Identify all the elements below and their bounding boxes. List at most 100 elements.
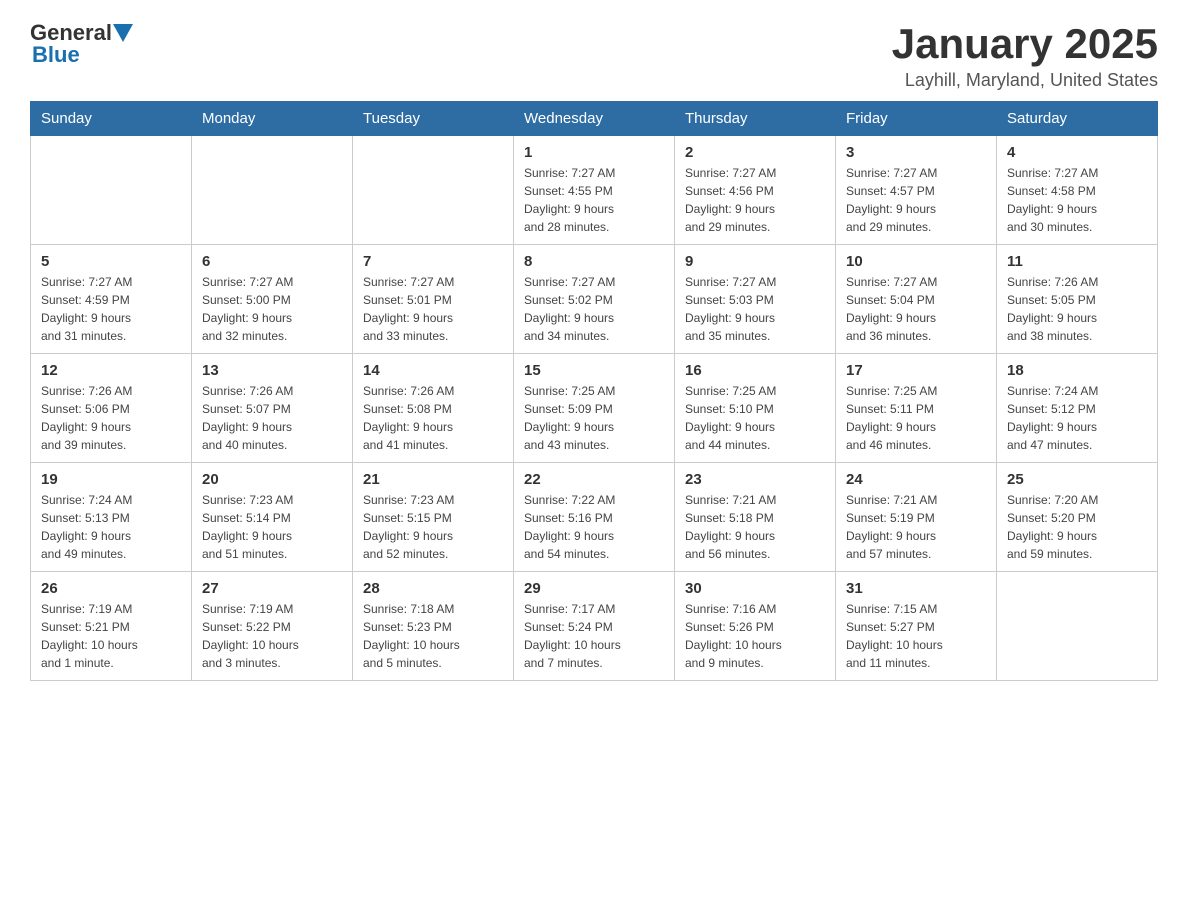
day-info: Sunrise: 7:16 AM Sunset: 5:26 PM Dayligh… (685, 600, 825, 672)
day-info: Sunrise: 7:25 AM Sunset: 5:09 PM Dayligh… (524, 382, 664, 454)
day-number: 21 (363, 471, 503, 488)
subtitle: Layhill, Maryland, United States (892, 70, 1158, 91)
day-number: 25 (1007, 471, 1147, 488)
weekday-header-thursday: Thursday (675, 102, 836, 136)
day-info: Sunrise: 7:21 AM Sunset: 5:18 PM Dayligh… (685, 491, 825, 563)
day-info: Sunrise: 7:27 AM Sunset: 5:04 PM Dayligh… (846, 273, 986, 345)
day-number: 14 (363, 362, 503, 379)
calendar-cell: 18 Sunrise: 7:24 AM Sunset: 5:12 PM Dayli… (997, 354, 1158, 463)
calendar-cell: 10 Sunrise: 7:27 AM Sunset: 5:04 PM Dayli… (836, 245, 997, 354)
day-info: Sunrise: 7:27 AM Sunset: 5:01 PM Dayligh… (363, 273, 503, 345)
day-number: 20 (202, 471, 342, 488)
calendar-cell: 2 Sunrise: 7:27 AM Sunset: 4:56 PM Daylig… (675, 136, 836, 245)
day-info: Sunrise: 7:27 AM Sunset: 5:03 PM Dayligh… (685, 273, 825, 345)
day-number: 5 (41, 253, 181, 270)
header: General Blue January 2025 Layhill, Maryl… (30, 20, 1158, 91)
day-number: 13 (202, 362, 342, 379)
page-title: January 2025 (892, 20, 1158, 68)
day-info: Sunrise: 7:19 AM Sunset: 5:21 PM Dayligh… (41, 600, 181, 672)
week-row-0: 1 Sunrise: 7:27 AM Sunset: 4:55 PM Daylig… (31, 136, 1158, 245)
day-info: Sunrise: 7:23 AM Sunset: 5:15 PM Dayligh… (363, 491, 503, 563)
day-info: Sunrise: 7:26 AM Sunset: 5:06 PM Dayligh… (41, 382, 181, 454)
calendar-cell: 24 Sunrise: 7:21 AM Sunset: 5:19 PM Dayli… (836, 463, 997, 572)
calendar-cell: 23 Sunrise: 7:21 AM Sunset: 5:18 PM Dayli… (675, 463, 836, 572)
calendar-cell: 20 Sunrise: 7:23 AM Sunset: 5:14 PM Dayli… (192, 463, 353, 572)
calendar-cell: 30 Sunrise: 7:16 AM Sunset: 5:26 PM Dayli… (675, 572, 836, 681)
day-number: 8 (524, 253, 664, 270)
calendar-cell: 6 Sunrise: 7:27 AM Sunset: 5:00 PM Daylig… (192, 245, 353, 354)
day-number: 26 (41, 580, 181, 597)
day-number: 28 (363, 580, 503, 597)
day-info: Sunrise: 7:17 AM Sunset: 5:24 PM Dayligh… (524, 600, 664, 672)
title-area: January 2025 Layhill, Maryland, United S… (892, 20, 1158, 91)
day-info: Sunrise: 7:27 AM Sunset: 4:56 PM Dayligh… (685, 164, 825, 236)
day-info: Sunrise: 7:27 AM Sunset: 4:58 PM Dayligh… (1007, 164, 1147, 236)
weekday-header-tuesday: Tuesday (353, 102, 514, 136)
day-number: 17 (846, 362, 986, 379)
day-number: 30 (685, 580, 825, 597)
weekday-header-monday: Monday (192, 102, 353, 136)
day-info: Sunrise: 7:21 AM Sunset: 5:19 PM Dayligh… (846, 491, 986, 563)
day-info: Sunrise: 7:27 AM Sunset: 4:55 PM Dayligh… (524, 164, 664, 236)
day-info: Sunrise: 7:26 AM Sunset: 5:05 PM Dayligh… (1007, 273, 1147, 345)
day-number: 24 (846, 471, 986, 488)
day-number: 9 (685, 253, 825, 270)
calendar-cell: 14 Sunrise: 7:26 AM Sunset: 5:08 PM Dayli… (353, 354, 514, 463)
day-number: 19 (41, 471, 181, 488)
week-row-3: 19Sunrise: 7:24 AM Sunset: 5:13 PM Dayli… (31, 463, 1158, 572)
day-number: 12 (41, 362, 181, 379)
calendar-cell: 17 Sunrise: 7:25 AM Sunset: 5:11 PM Dayli… (836, 354, 997, 463)
day-number: 10 (846, 253, 986, 270)
day-number: 23 (685, 471, 825, 488)
calendar-cell: 21 Sunrise: 7:23 AM Sunset: 5:15 PM Dayli… (353, 463, 514, 572)
day-number: 11 (1007, 253, 1147, 270)
calendar-cell: 22Sunrise: 7:22 AM Sunset: 5:16 PM Dayli… (514, 463, 675, 572)
day-info: Sunrise: 7:24 AM Sunset: 5:12 PM Dayligh… (1007, 382, 1147, 454)
calendar-cell: 16 Sunrise: 7:25 AM Sunset: 5:10 PM Dayli… (675, 354, 836, 463)
calendar-cell: 13 Sunrise: 7:26 AM Sunset: 5:07 PM Dayli… (192, 354, 353, 463)
day-number: 7 (363, 253, 503, 270)
day-number: 18 (1007, 362, 1147, 379)
day-info: Sunrise: 7:27 AM Sunset: 5:00 PM Dayligh… (202, 273, 342, 345)
weekday-header-saturday: Saturday (997, 102, 1158, 136)
day-number: 27 (202, 580, 342, 597)
weekday-header-wednesday: Wednesday (514, 102, 675, 136)
calendar-cell: 11 Sunrise: 7:26 AM Sunset: 5:05 PM Dayli… (997, 245, 1158, 354)
day-info: Sunrise: 7:27 AM Sunset: 4:59 PM Dayligh… (41, 273, 181, 345)
day-info: Sunrise: 7:20 AM Sunset: 5:20 PM Dayligh… (1007, 491, 1147, 563)
day-info: Sunrise: 7:25 AM Sunset: 5:11 PM Dayligh… (846, 382, 986, 454)
calendar-cell: 8Sunrise: 7:27 AM Sunset: 5:02 PM Daylig… (514, 245, 675, 354)
day-info: Sunrise: 7:26 AM Sunset: 5:08 PM Dayligh… (363, 382, 503, 454)
weekday-header-friday: Friday (836, 102, 997, 136)
day-info: Sunrise: 7:26 AM Sunset: 5:07 PM Dayligh… (202, 382, 342, 454)
calendar-cell: 12 Sunrise: 7:26 AM Sunset: 5:06 PM Dayli… (31, 354, 192, 463)
calendar-cell (353, 136, 514, 245)
calendar-cell: 3 Sunrise: 7:27 AM Sunset: 4:57 PM Daylig… (836, 136, 997, 245)
day-info: Sunrise: 7:19 AM Sunset: 5:22 PM Dayligh… (202, 600, 342, 672)
day-number: 15 (524, 362, 664, 379)
day-number: 4 (1007, 144, 1147, 161)
calendar-cell (31, 136, 192, 245)
week-row-2: 12 Sunrise: 7:26 AM Sunset: 5:06 PM Dayli… (31, 354, 1158, 463)
calendar-cell: 19Sunrise: 7:24 AM Sunset: 5:13 PM Dayli… (31, 463, 192, 572)
day-info: Sunrise: 7:27 AM Sunset: 4:57 PM Dayligh… (846, 164, 986, 236)
calendar-cell: 29 Sunrise: 7:17 AM Sunset: 5:24 PM Dayli… (514, 572, 675, 681)
weekday-header-row: SundayMondayTuesdayWednesdayThursdayFrid… (31, 102, 1158, 136)
day-number: 2 (685, 144, 825, 161)
calendar-cell: 28 Sunrise: 7:18 AM Sunset: 5:23 PM Dayli… (353, 572, 514, 681)
calendar-cell: 7 Sunrise: 7:27 AM Sunset: 5:01 PM Daylig… (353, 245, 514, 354)
day-number: 1 (524, 144, 664, 161)
day-number: 6 (202, 253, 342, 270)
day-info: Sunrise: 7:18 AM Sunset: 5:23 PM Dayligh… (363, 600, 503, 672)
calendar-cell (997, 572, 1158, 681)
calendar-table: SundayMondayTuesdayWednesdayThursdayFrid… (30, 101, 1158, 681)
calendar-cell: 4 Sunrise: 7:27 AM Sunset: 4:58 PM Daylig… (997, 136, 1158, 245)
day-number: 22 (524, 471, 664, 488)
day-info: Sunrise: 7:15 AM Sunset: 5:27 PM Dayligh… (846, 600, 986, 672)
day-number: 3 (846, 144, 986, 161)
day-number: 29 (524, 580, 664, 597)
day-info: Sunrise: 7:25 AM Sunset: 5:10 PM Dayligh… (685, 382, 825, 454)
day-number: 16 (685, 362, 825, 379)
day-info: Sunrise: 7:23 AM Sunset: 5:14 PM Dayligh… (202, 491, 342, 563)
calendar-cell (192, 136, 353, 245)
